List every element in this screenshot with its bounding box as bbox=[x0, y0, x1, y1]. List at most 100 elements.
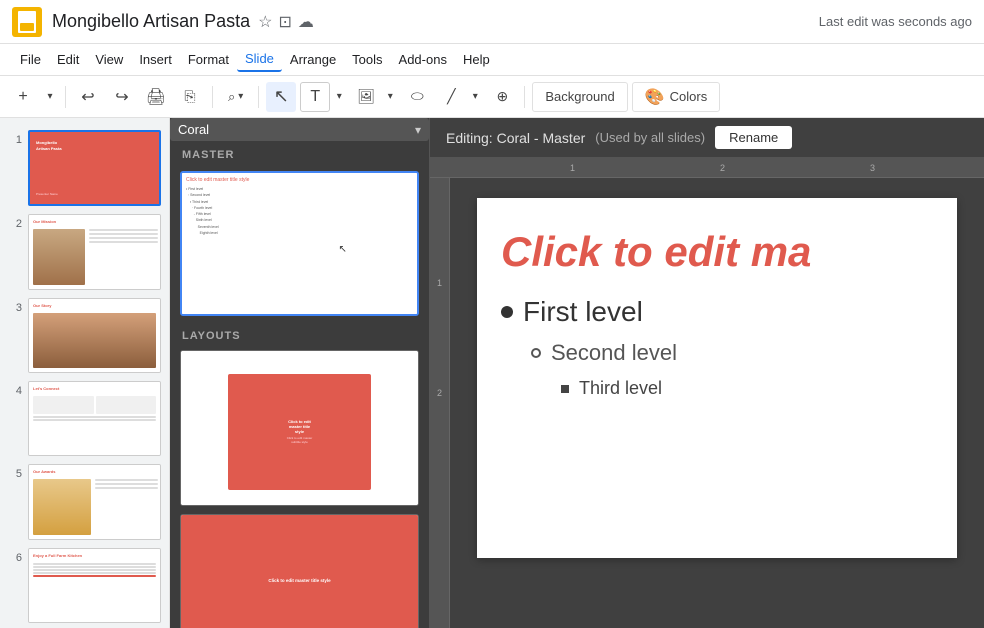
slide-item-2[interactable]: 2 Our Mission bbox=[0, 210, 169, 293]
layout-thumb-box-2: Click to edit master title style bbox=[180, 514, 419, 628]
colors-btn[interactable]: 🎨 Colors bbox=[632, 82, 721, 112]
toolbar-divider-4 bbox=[524, 86, 525, 108]
line-tool-group: ╱ ▾ bbox=[436, 82, 483, 112]
cloud-icon[interactable]: ☁ bbox=[298, 12, 314, 32]
ruler-mark-2: 2 bbox=[720, 163, 725, 173]
background-label: Background bbox=[545, 89, 614, 104]
dropdown-arrow-btn[interactable]: ▾ bbox=[42, 82, 58, 112]
comment-btn[interactable]: ⊕ bbox=[487, 82, 517, 112]
v-ruler-mark-1: 1 bbox=[437, 278, 442, 288]
doc-title[interactable]: Mongibello Artisan Pasta bbox=[52, 11, 250, 32]
slide-thumb-6[interactable]: Enjoy a Full Farm Kitchen bbox=[28, 548, 161, 623]
canvas-area: Click to edit ma First level Second leve… bbox=[450, 178, 984, 628]
v-ruler: 1 2 bbox=[430, 178, 450, 628]
slide-panel: 1 MongibelloArtisan Pasta Presenter Name… bbox=[0, 118, 170, 628]
zoom-group: ⌕ ▾ bbox=[220, 85, 251, 109]
slide-item-6[interactable]: 6 Enjoy a Full Farm Kitchen bbox=[0, 544, 169, 627]
slide-thumb-4[interactable]: Let's Connect bbox=[28, 381, 161, 456]
bullet-dot-1 bbox=[501, 306, 513, 318]
menu-format[interactable]: Format bbox=[180, 48, 237, 71]
toolbar-divider-2 bbox=[212, 86, 213, 108]
slide-thumb-2[interactable]: Our Mission bbox=[28, 214, 161, 289]
theme-name: Coral bbox=[178, 122, 411, 137]
print-btn[interactable]: 🖨 bbox=[141, 82, 171, 112]
zoom-icon: ⌕ bbox=[228, 89, 235, 105]
menu-file[interactable]: File bbox=[12, 48, 49, 71]
menu-bar: File Edit View Insert Format Slide Arran… bbox=[0, 44, 984, 76]
toolbar-divider-3 bbox=[258, 86, 259, 108]
menu-help[interactable]: Help bbox=[455, 48, 498, 71]
layout-coral-box: Click to editmaster titlestyle Click to … bbox=[228, 374, 370, 490]
cursor-btn[interactable]: ↖ bbox=[266, 82, 296, 112]
slide-item-1[interactable]: 1 MongibelloArtisan Pasta Presenter Name bbox=[0, 126, 169, 210]
zoom-dropdown-arrow: ▾ bbox=[238, 91, 243, 102]
slide-number-1: 1 bbox=[8, 134, 22, 146]
slide-number-5: 5 bbox=[8, 468, 22, 480]
slide-thumb-5[interactable]: Our Awards bbox=[28, 464, 161, 539]
colors-icon: 🎨 bbox=[645, 87, 665, 107]
zoom-btn[interactable]: ⌕ ▾ bbox=[220, 85, 251, 109]
rename-btn[interactable]: Rename bbox=[715, 126, 792, 149]
menu-tools[interactable]: Tools bbox=[344, 48, 390, 71]
star-icon[interactable]: ☆ bbox=[258, 12, 272, 32]
bullet-3-text: Third level bbox=[579, 378, 662, 399]
image-tool-btn[interactable]: 🖼 bbox=[351, 82, 381, 112]
last-edit-text: Last edit was seconds ago bbox=[819, 14, 972, 29]
ruler-mark-1: 1 bbox=[570, 163, 575, 173]
slide-canvas[interactable]: Click to edit ma First level Second leve… bbox=[477, 198, 957, 558]
redo-btn[interactable]: ↪ bbox=[107, 82, 137, 112]
slide-thumb-1[interactable]: MongibelloArtisan Pasta Presenter Name bbox=[28, 130, 161, 206]
title-icons: ☆ ⊡ ☁ bbox=[258, 12, 314, 32]
toolbar: + ▾ ↩ ↪ 🖨 ⎘ ⌕ ▾ ↖ T ▾ 🖼 ▾ ⬭ ╱ ▾ ⊕ Backgr… bbox=[0, 76, 984, 118]
layouts-section-label: LAYOUTS bbox=[170, 322, 429, 346]
layout-item-1[interactable]: Click to editmaster titlestyle Click to … bbox=[170, 346, 429, 510]
slide-thumb-3[interactable]: Our Story bbox=[28, 298, 161, 373]
image-tool-dropdown[interactable]: ▾ bbox=[382, 82, 398, 112]
save-icon[interactable]: ⊡ bbox=[278, 12, 291, 32]
colors-label: Colors bbox=[670, 89, 708, 104]
paint-format-btn[interactable]: ⎘ bbox=[175, 82, 205, 112]
bullet-square-3 bbox=[561, 385, 569, 393]
theme-dropdown-arrow: ▾ bbox=[415, 123, 421, 137]
h-ruler: 1 2 3 bbox=[430, 158, 984, 178]
editing-header: Editing: Coral - Master (Used by all sli… bbox=[430, 118, 984, 158]
master-thumb-box: Click to edit master title style • First… bbox=[180, 171, 419, 316]
toolbar-divider-1 bbox=[65, 86, 66, 108]
slide-item-5[interactable]: 5 Our Awards bbox=[0, 460, 169, 543]
menu-view[interactable]: View bbox=[87, 48, 131, 71]
background-btn[interactable]: Background bbox=[532, 82, 627, 112]
layout-full-coral: Click to edit master title style bbox=[181, 515, 418, 628]
add-slide-btn[interactable]: + bbox=[8, 82, 38, 112]
master-panel: Coral ▾ MASTER Click to edit master titl… bbox=[170, 118, 430, 628]
slide-item-4[interactable]: 4 Let's Connect bbox=[0, 377, 169, 460]
bullet-level-3: Third level bbox=[561, 378, 933, 399]
main-layout: 1 MongibelloArtisan Pasta Presenter Name… bbox=[0, 118, 984, 628]
editing-used: (Used by all slides) bbox=[595, 130, 705, 145]
text-tool-group: T ▾ bbox=[300, 82, 347, 112]
menu-slide[interactable]: Slide bbox=[237, 47, 282, 72]
slide-number-2: 2 bbox=[8, 218, 22, 230]
menu-arrange[interactable]: Arrange bbox=[282, 48, 344, 71]
master-thumb-item[interactable]: Click to edit master title style • First… bbox=[170, 165, 429, 322]
bullet-level-2: Second level bbox=[531, 340, 933, 366]
slide-number-6: 6 bbox=[8, 552, 22, 564]
line-tool-dropdown[interactable]: ▾ bbox=[467, 82, 483, 112]
shape-btn[interactable]: ⬭ bbox=[402, 82, 432, 112]
layout-item-2[interactable]: Click to edit master title style bbox=[170, 510, 429, 628]
editing-label: Editing: Coral - Master bbox=[446, 130, 585, 146]
bullet-2-text: Second level bbox=[551, 340, 677, 366]
menu-insert[interactable]: Insert bbox=[131, 48, 180, 71]
theme-selector[interactable]: Coral ▾ bbox=[170, 118, 429, 141]
slide-item-3[interactable]: 3 Our Story bbox=[0, 294, 169, 377]
menu-addons[interactable]: Add-ons bbox=[391, 48, 455, 71]
editing-area: Editing: Coral - Master (Used by all sli… bbox=[430, 118, 984, 628]
ruler-mark-3: 3 bbox=[870, 163, 875, 173]
line-tool-btn[interactable]: ╱ bbox=[436, 82, 466, 112]
text-tool-btn[interactable]: T bbox=[300, 82, 330, 112]
menu-edit[interactable]: Edit bbox=[49, 48, 87, 71]
undo-btn[interactable]: ↩ bbox=[73, 82, 103, 112]
slide-number-4: 4 bbox=[8, 385, 22, 397]
v-ruler-mark-2: 2 bbox=[437, 388, 442, 398]
text-tool-dropdown[interactable]: ▾ bbox=[331, 82, 347, 112]
app-icon bbox=[12, 7, 42, 37]
